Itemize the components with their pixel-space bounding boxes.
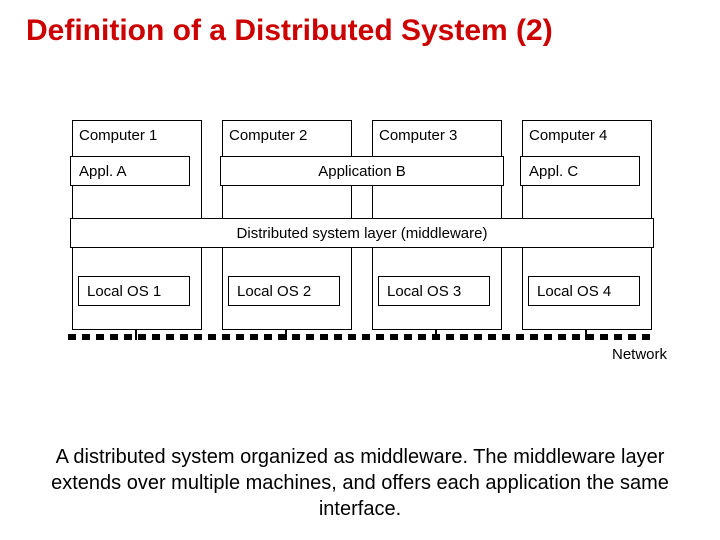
computer-3-label: Computer 3 [373,121,501,152]
middleware-layer-box: Distributed system layer (middleware) [70,218,654,248]
slide-title: Definition of a Distributed System (2) [0,0,720,48]
computer-4-label: Computer 4 [523,121,651,152]
slide-caption: A distributed system organized as middle… [20,444,700,522]
application-c-box: Appl. C [520,156,640,186]
application-a-box: Appl. A [70,156,190,186]
network-label: Network [612,346,667,363]
computer-1-label: Computer 1 [73,121,201,152]
local-os-3-box: Local OS 3 [378,276,490,306]
computer-2-label: Computer 2 [223,121,351,152]
local-os-4-box: Local OS 4 [528,276,640,306]
application-b-box: Application B [220,156,504,186]
local-os-1-box: Local OS 1 [78,276,190,306]
local-os-2-box: Local OS 2 [228,276,340,306]
network-bus-icon [68,330,656,344]
diagram: Computer 1 Computer 2 Computer 3 Compute… [72,120,652,360]
